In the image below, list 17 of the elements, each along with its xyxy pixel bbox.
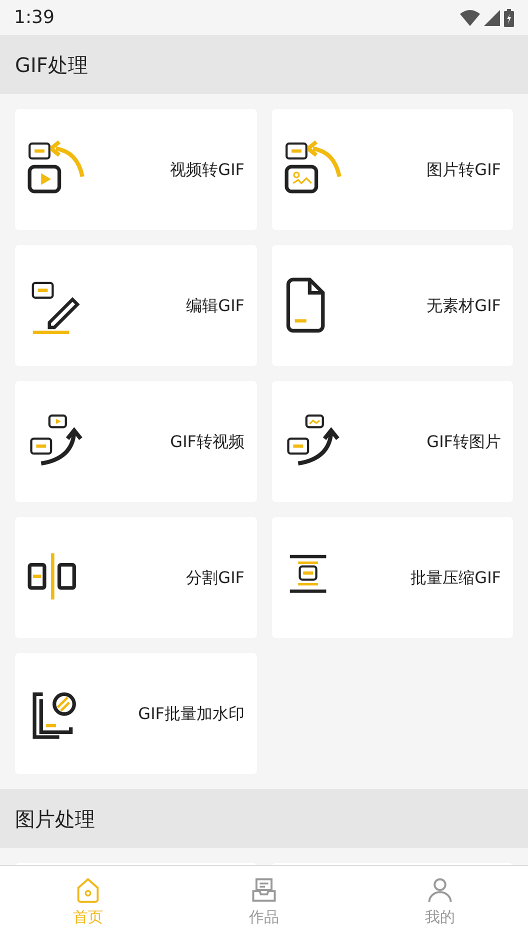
tool-card[interactable]: 无素材GIF <box>272 245 513 366</box>
tool-card[interactable]: 视频转GIF <box>15 109 256 230</box>
inbox-icon <box>250 876 278 904</box>
signal-icon <box>484 10 500 26</box>
tool-card[interactable]: GIF转图片 <box>272 381 513 502</box>
battery-icon <box>504 8 514 26</box>
tool-card[interactable]: GIF转视频 <box>15 381 256 502</box>
section-title: GIF处理 <box>15 52 88 78</box>
tool-card[interactable]: 批量压缩GIF <box>272 517 513 638</box>
tool-card[interactable]: 图片转GIF <box>272 109 513 230</box>
tool-card[interactable]: GIF批量加水印 <box>15 653 256 774</box>
person-icon <box>426 876 454 904</box>
tool-card[interactable]: 编辑GIF <box>15 245 256 366</box>
tool-card[interactable]: 分割GIF <box>15 517 256 638</box>
wifi-icon <box>460 10 480 26</box>
status-time: 1:39 <box>14 6 54 30</box>
section-title: 图片处理 <box>15 806 95 832</box>
